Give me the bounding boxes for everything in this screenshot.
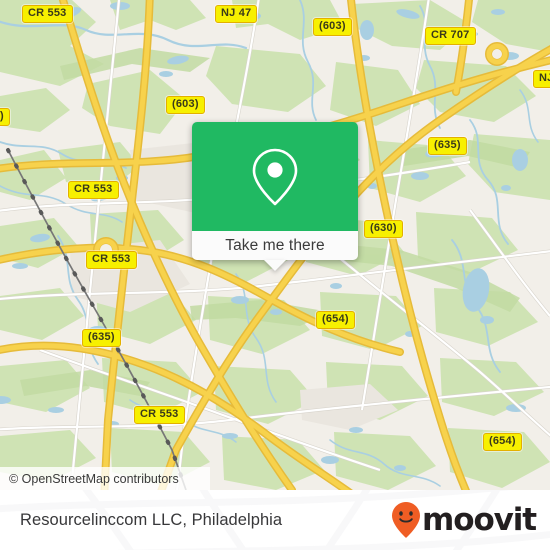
road-shield: (654)	[483, 433, 522, 451]
road-shield: NJ 47	[215, 5, 258, 23]
attribution-text: © OpenStreetMap contributors	[9, 471, 179, 486]
road-shield: (630)	[364, 220, 403, 238]
road-shield: CR 553	[86, 251, 137, 269]
road-shield: CR 553	[134, 406, 185, 424]
place-title-text: Resourcelinccom LLC, Philadelphia	[20, 510, 283, 529]
popup-pointer	[264, 260, 286, 271]
popup-footer[interactable]: Take me there	[192, 231, 358, 271]
take-me-there-label: Take me there	[225, 236, 325, 254]
road-shield: )	[0, 108, 10, 126]
popup-header	[192, 122, 358, 231]
road-shield: CR 707	[425, 27, 476, 45]
place-title: Resourcelinccom LLC, Philadelphia	[20, 490, 282, 550]
road-shield: (635)	[428, 137, 467, 155]
road-shield: (603)	[313, 18, 352, 36]
location-popup[interactable]: Take me there	[192, 122, 358, 271]
road-shield: (635)	[82, 329, 121, 347]
road-shield: CR 553	[68, 181, 119, 199]
road-shield: (603)	[166, 96, 205, 114]
moovit-smiley-pin-icon	[392, 502, 421, 538]
map-pin-icon	[252, 148, 298, 205]
map-attribution: © OpenStreetMap contributors	[0, 467, 210, 490]
moovit-wordmark: moovit	[422, 501, 537, 538]
road-shield: NJ	[533, 70, 550, 88]
moovit-logo[interactable]: moovit	[391, 490, 537, 550]
map-canvas[interactable]: CR 553 NJ 47 (603) CR 707 NJ (603)) (635) CR 55…	[0, 0, 550, 490]
bottom-info-bar: Resourcelinccom LLC, Philadelphia moovit	[0, 490, 550, 550]
road-shield: CR 553	[22, 5, 73, 23]
road-shield: (654)	[316, 311, 355, 329]
